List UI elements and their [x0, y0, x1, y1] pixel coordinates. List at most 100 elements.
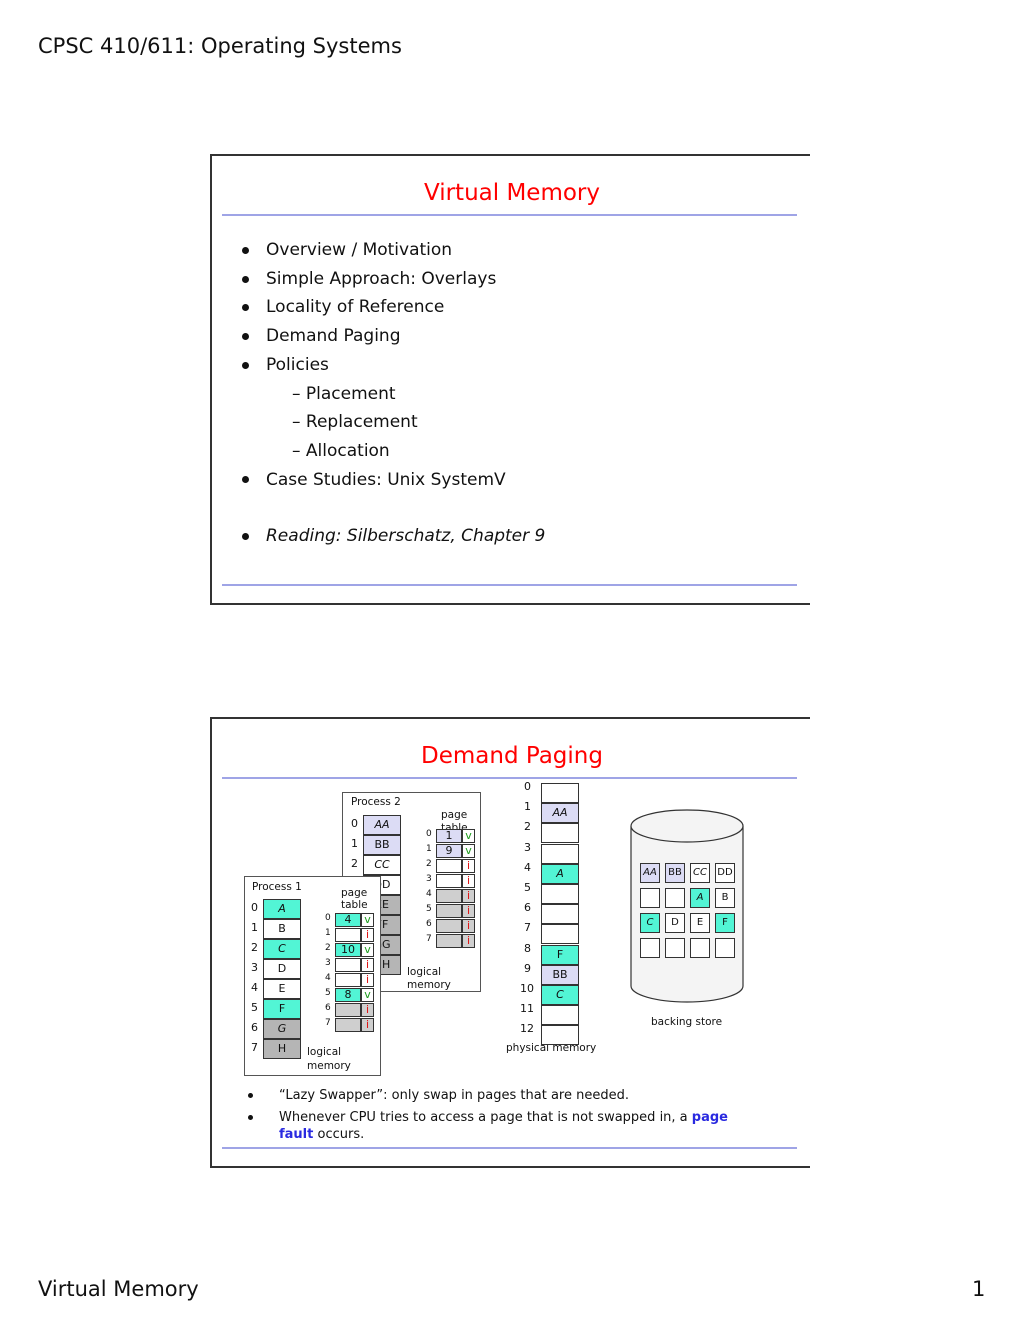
page-index: 2 — [251, 941, 258, 954]
frame-index: 1 — [524, 800, 531, 814]
page-table-frame — [436, 934, 462, 948]
frame-index: 0 — [524, 780, 531, 793]
page-table-index: 5 — [426, 904, 432, 914]
bullet-icon — [248, 1115, 253, 1120]
valid-invalid-bit: i — [462, 874, 475, 888]
page-index: 0 — [251, 901, 258, 914]
page-index: 7 — [251, 1041, 258, 1054]
process-1-panel: Process 1 page table logical memory 0A1B… — [244, 876, 381, 1076]
valid-invalid-bit: i — [462, 919, 475, 933]
page-table-index: 0 — [426, 829, 432, 839]
physical-frame — [541, 1025, 579, 1046]
page-table-frame: 4 — [335, 913, 361, 927]
physical-memory: physical memory 0 1 AA 2 3 4 A 5 6 7 8 F 9 BB 10 C 11 12 — [506, 780, 610, 1060]
backing-store-page: B — [715, 888, 735, 908]
logical-memory-label: memory — [307, 1060, 351, 1072]
list-item: Locality of Reference — [242, 293, 545, 322]
bullet-page-fault: Whenever CPU tries to access a page that… — [248, 1109, 776, 1143]
page-table-frame — [436, 904, 462, 918]
page-table-index: 7 — [426, 934, 432, 944]
bullet-lazy-swapper: “Lazy Swapper”: only swap in pages that … — [248, 1087, 629, 1104]
page-fault-term: fault — [279, 1127, 314, 1142]
valid-invalid-bit: v — [462, 844, 475, 858]
page-fault-term: page — [691, 1110, 728, 1125]
page-index: 6 — [251, 1021, 258, 1034]
page-table-index: 6 — [426, 919, 432, 929]
valid-invalid-bit: i — [361, 928, 374, 942]
valid-invalid-bit: i — [462, 889, 475, 903]
valid-invalid-bit: i — [462, 934, 475, 948]
valid-invalid-bit: v — [361, 913, 374, 927]
list-item: Simple Approach: Overlays — [242, 265, 545, 294]
physical-frame: AA — [541, 803, 579, 824]
bullet-icon — [242, 332, 249, 340]
bottom-rule — [222, 584, 797, 586]
page-number: 1 — [972, 1277, 986, 1301]
valid-invalid-bit: i — [361, 1003, 374, 1017]
page-table-index: 4 — [325, 973, 331, 983]
outline-list: Overview / Motivation Simple Approach: O… — [242, 236, 545, 551]
page-table-label: table — [341, 899, 368, 911]
frame-index: 3 — [524, 840, 531, 854]
logical-page: D — [263, 959, 301, 979]
backing-store-page: CC — [690, 863, 710, 883]
backing-store-page — [690, 938, 710, 958]
page-index: 1 — [251, 921, 258, 934]
backing-store-page: A — [690, 888, 710, 908]
page-table-index: 2 — [325, 943, 331, 953]
page-table-index: 6 — [325, 1003, 331, 1013]
bullet-icon — [242, 361, 249, 369]
valid-invalid-bit: v — [361, 988, 374, 1002]
backing-store-page — [640, 888, 660, 908]
logical-page: H — [263, 1039, 301, 1059]
list-item: Case Studies: Unix SystemV — [242, 466, 545, 495]
backing-store-page: C — [640, 913, 660, 933]
list-item: Policies — [242, 351, 545, 380]
backing-store-page: BB — [665, 863, 685, 883]
page-table-frame — [335, 928, 361, 942]
course-header: CPSC 410/611: Operating Systems — [38, 34, 402, 58]
physical-frame — [541, 884, 579, 904]
page-table-frame: 10 — [335, 943, 361, 957]
page-table-index: 7 — [325, 1018, 331, 1028]
logical-memory-label: logical — [307, 1046, 342, 1058]
bullet-icon — [242, 304, 249, 312]
page-table-frame — [436, 889, 462, 903]
physical-frame — [541, 904, 579, 925]
sub-list-item: – Placement — [292, 383, 396, 404]
logical-page: E — [263, 979, 301, 999]
bullet-icon — [248, 1093, 253, 1098]
title-rule — [222, 777, 797, 779]
process-label: Process 2 — [351, 796, 401, 808]
backing-store-page: DD — [715, 863, 735, 883]
logical-page: F — [263, 999, 301, 1019]
frame-index: 9 — [524, 961, 531, 975]
backing-store-page: D — [665, 913, 685, 933]
physical-frame — [541, 1005, 579, 1026]
physical-frame: BB — [541, 964, 579, 985]
frame-index: 5 — [524, 881, 531, 894]
bullet-icon — [242, 246, 249, 254]
page-table-index: 0 — [325, 913, 331, 923]
page-table-frame — [335, 1003, 361, 1017]
page-index: 1 — [351, 837, 358, 850]
physical-frame: A — [541, 863, 579, 884]
valid-invalid-bit: i — [361, 958, 374, 972]
logical-memory-label: logical — [407, 966, 442, 978]
slide-title: Virtual Memory — [423, 180, 600, 206]
page-index: 5 — [251, 1001, 258, 1014]
logical-page: A — [263, 899, 301, 919]
page-table-index: 2 — [426, 859, 432, 869]
page-table-frame — [335, 1018, 361, 1032]
physical-frame — [541, 843, 579, 864]
reading-item: Reading: Silberschatz, Chapter 9 — [242, 522, 545, 551]
physical-frame — [541, 783, 579, 803]
page-index: 3 — [251, 961, 258, 974]
bullet-icon — [242, 275, 249, 283]
backing-store-label: backing store — [651, 1016, 723, 1028]
page-table-frame — [436, 919, 462, 933]
logical-page: BB — [363, 835, 401, 855]
backing-store-page — [665, 888, 685, 908]
slide-title: Demand Paging — [421, 743, 603, 769]
process-label: Process 1 — [252, 881, 302, 893]
